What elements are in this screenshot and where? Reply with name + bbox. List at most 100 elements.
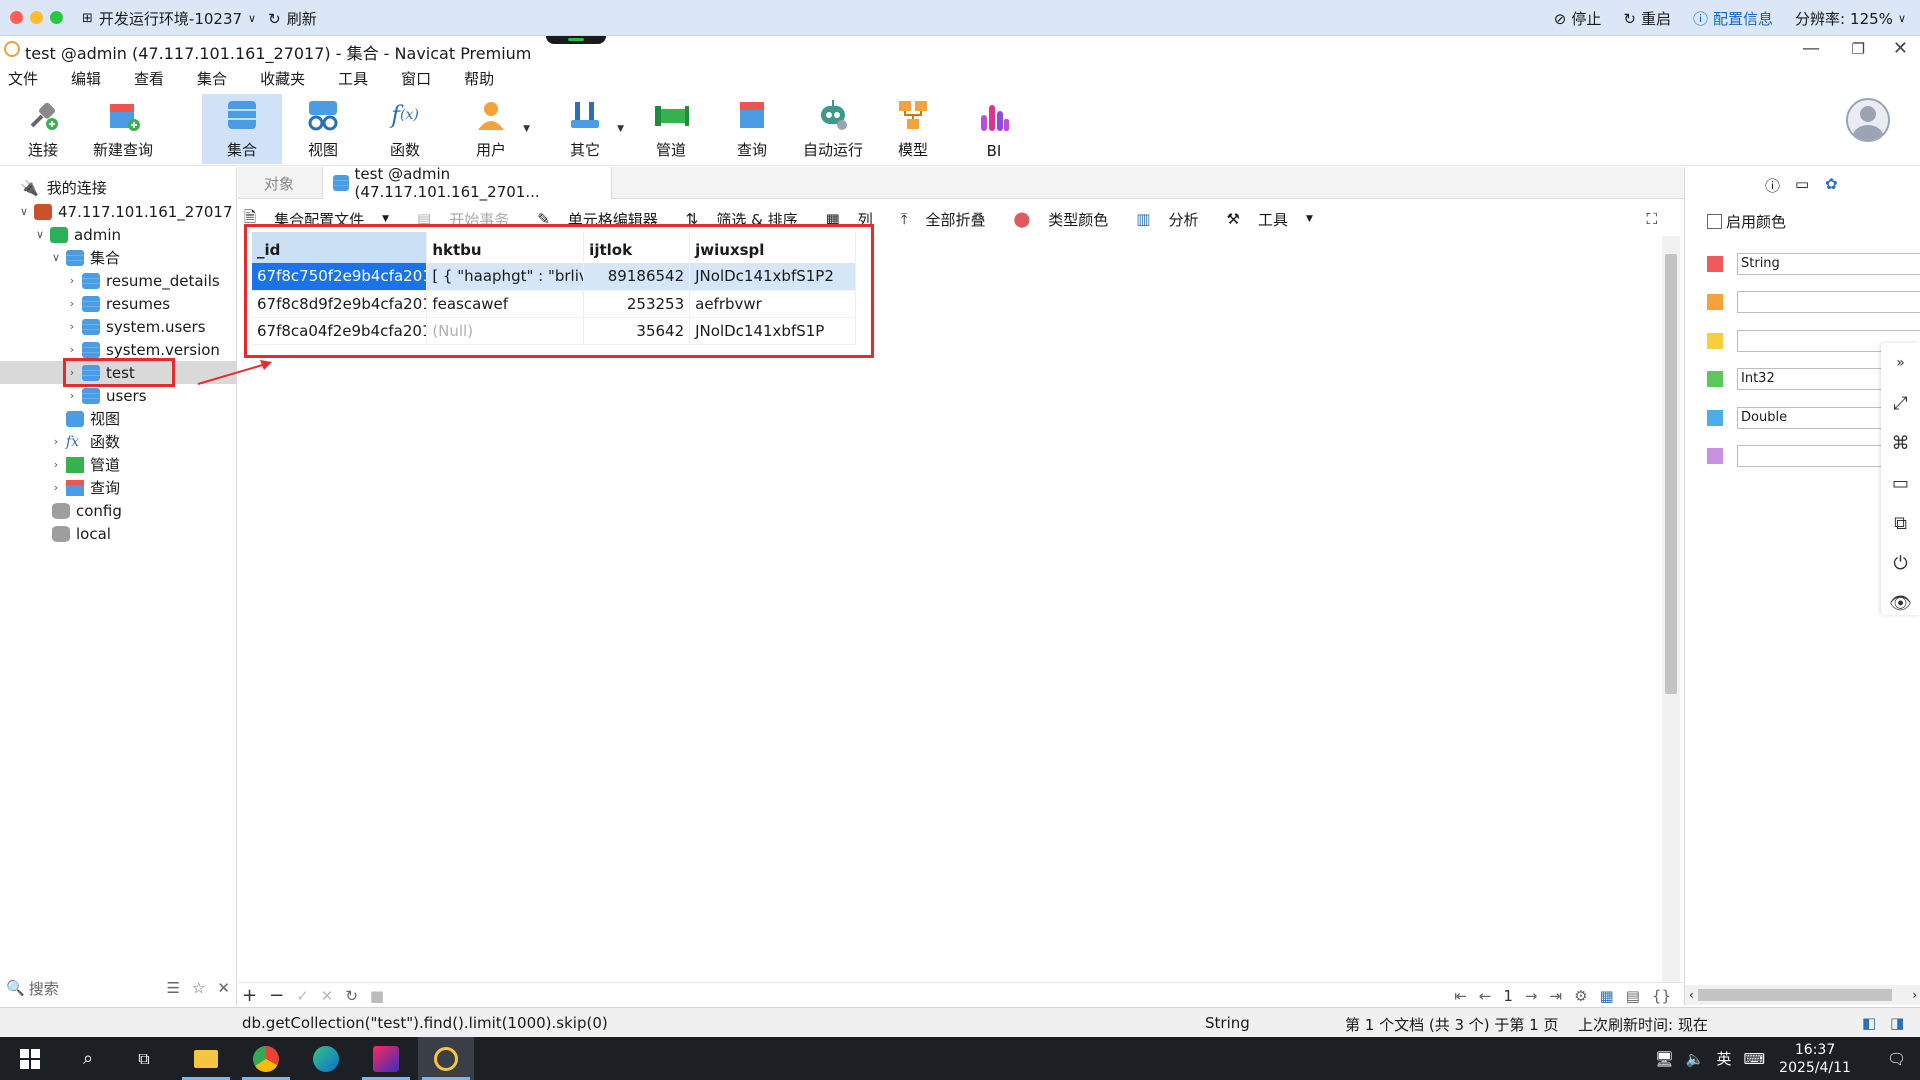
chevron-down-icon[interactable]: ∨ <box>50 251 62 264</box>
intellij-button[interactable] <box>358 1037 414 1080</box>
tab-test-collection[interactable]: test @admin (47.117.101.161_2701... <box>322 165 612 201</box>
chevron-right-icon[interactable]: › <box>66 343 78 356</box>
refresh-icon[interactable]: ↻ <box>268 10 281 28</box>
menu-tools[interactable]: 工具 <box>330 63 377 91</box>
eye-icon[interactable]: 👁 <box>1881 583 1920 623</box>
collapse-all-button[interactable]: ⤒ 全部折叠 <box>901 209 1000 230</box>
color-swatch[interactable] <box>1707 333 1723 349</box>
tree-views[interactable]: 视图 <box>0 407 236 430</box>
scrollbar-thumb[interactable] <box>1665 254 1677 694</box>
chevron-right-icon[interactable]: › <box>66 389 78 402</box>
chevron-right-icon[interactable]: › <box>66 320 78 333</box>
fullscreen-icon[interactable]: ⤢ <box>1881 383 1920 423</box>
menu-collection[interactable]: 集合 <box>189 63 236 91</box>
new-query-button[interactable]: 新建查询 <box>90 94 156 164</box>
tree-connection[interactable]: ∨ 47.117.101.161_27017 <box>0 200 236 223</box>
tree-collection-system-users[interactable]: › system.users <box>0 315 236 338</box>
first-page-icon[interactable]: ⇤ <box>1454 987 1467 1005</box>
apps-icon[interactable]: ⌘ <box>1881 423 1920 463</box>
notification-icon[interactable]: 🗨 <box>1887 1050 1906 1068</box>
analyze-button[interactable]: ▥ 分析 <box>1136 209 1212 230</box>
color-swatch[interactable] <box>1707 294 1723 310</box>
ddl-icon[interactable]: ▭ <box>1795 175 1809 193</box>
maximize-dot[interactable] <box>50 11 63 24</box>
other-button[interactable]: 其它 ▼ <box>560 94 624 164</box>
expand-icon[interactable]: » <box>1881 343 1920 383</box>
cancel-icon[interactable]: ✕ <box>321 987 334 1005</box>
tree-collection-resume-details[interactable]: › resume_details <box>0 269 236 292</box>
query-button[interactable]: 查询 <box>727 94 777 164</box>
menu-view[interactable]: 查看 <box>126 63 173 91</box>
type-field[interactable] <box>1737 291 1920 313</box>
ime-indicator[interactable]: 英 <box>1716 1048 1731 1069</box>
environment-selector[interactable]: ⊞ 开发运行环境-10237 ∨ ↻ 刷新 <box>82 8 317 29</box>
panel-left-icon[interactable]: ◧ <box>1862 1014 1876 1032</box>
clock[interactable]: 16:37 2025/4/11 <box>1779 1041 1851 1077</box>
star-icon[interactable]: ☆ <box>192 979 205 997</box>
automation-button[interactable]: 自动运行 <box>800 94 866 164</box>
minimize-dot[interactable] <box>30 11 43 24</box>
type-field[interactable]: String <box>1737 253 1920 275</box>
search-button[interactable]: ⌕ <box>60 1037 116 1080</box>
grid-view-icon[interactable]: ▦ <box>1600 987 1614 1005</box>
collapse-icon[interactable]: ✕ <box>217 979 230 997</box>
resolution-selector[interactable]: 分辨率: 125% ∨ <box>1795 8 1906 29</box>
task-view-button[interactable]: ⧉ <box>116 1037 172 1080</box>
model-button[interactable]: 模型 <box>888 94 938 164</box>
refresh-icon[interactable]: ↻ <box>345 987 358 1005</box>
tree-pipelines[interactable]: › 管道 <box>0 453 236 476</box>
last-page-icon[interactable]: ⇥ <box>1550 987 1563 1005</box>
sidebar-search[interactable]: 🔍 搜索 ☰ ☆ ✕ <box>6 975 230 1001</box>
color-swatch[interactable] <box>1707 256 1723 272</box>
tree-db-local[interactable]: local <box>0 522 236 545</box>
check-icon[interactable]: ✓ <box>296 987 309 1005</box>
color-swatch[interactable] <box>1707 448 1723 464</box>
prev-page-icon[interactable]: ← <box>1479 987 1492 1005</box>
user-button[interactable]: 用户 ▼ <box>466 94 530 164</box>
close-dot[interactable] <box>10 11 23 24</box>
my-connections-header[interactable]: 🔌 我的连接 <box>0 176 236 199</box>
volume-icon[interactable]: 🔈 <box>1686 1050 1705 1068</box>
chevron-right-icon[interactable]: › <box>66 297 78 310</box>
menu-help[interactable]: 帮助 <box>456 63 503 91</box>
tree-collection-resumes[interactable]: › resumes <box>0 292 236 315</box>
view-button[interactable]: 视图 <box>298 94 348 164</box>
type-color-row[interactable]: String <box>1707 253 1920 275</box>
chrome-button[interactable] <box>238 1037 294 1080</box>
stop-button[interactable]: ⊘ 停止 <box>1554 8 1602 29</box>
chevron-right-icon[interactable]: › <box>66 274 78 287</box>
scrollbar-thumb[interactable] <box>1697 989 1893 1001</box>
connect-button[interactable]: 连接 <box>18 94 68 164</box>
menu-favorites[interactable]: 收藏夹 <box>252 63 314 91</box>
page-number[interactable]: 1 <box>1503 987 1513 1005</box>
minimize-icon[interactable]: — <box>1802 38 1820 59</box>
chevron-right-icon[interactable]: › <box>50 481 62 494</box>
config-info-button[interactable]: ⓘ 配置信息 <box>1693 8 1773 29</box>
copy-icon[interactable]: ⧉ <box>1881 503 1920 543</box>
json-view-icon[interactable]: {} <box>1652 987 1671 1005</box>
dropdown-arrow-icon[interactable]: ▼ <box>617 124 624 134</box>
function-button[interactable]: f (x) 函数 <box>380 94 430 164</box>
chevron-right-icon[interactable]: › <box>50 435 62 448</box>
refresh-button[interactable]: 刷新 <box>287 8 317 29</box>
info-icon[interactable]: ⓘ <box>1765 175 1780 196</box>
tree-collections-group[interactable]: ∨ 集合 <box>0 246 236 269</box>
bi-button[interactable]: BI <box>969 94 1019 164</box>
restart-button[interactable]: ↻ 重启 <box>1623 8 1671 29</box>
close-icon[interactable]: ✕ <box>1893 38 1908 59</box>
tools-button[interactable]: ⚒ 工具 ▼ <box>1226 209 1326 230</box>
enable-color-toggle[interactable]: 启用颜色 <box>1707 211 1786 232</box>
scroll-left-icon[interactable]: ‹ <box>1689 988 1694 1002</box>
power-icon[interactable]: ⏻ <box>1881 543 1920 583</box>
fullscreen-icon[interactable]: ⛶ <box>1646 210 1657 228</box>
filter-icon[interactable]: ☰ <box>167 979 180 997</box>
color-icon[interactable]: ✿ <box>1825 175 1838 193</box>
color-swatch[interactable] <box>1707 410 1723 426</box>
menu-edit[interactable]: 编辑 <box>63 63 110 91</box>
tree-queries[interactable]: › 查询 <box>0 476 236 499</box>
scroll-right-icon[interactable]: › <box>1912 988 1917 1002</box>
next-page-icon[interactable]: → <box>1525 987 1538 1005</box>
restore-icon[interactable]: ❐ <box>1852 40 1865 58</box>
keyboard-icon[interactable]: ⌨ <box>1744 1050 1766 1068</box>
chevron-down-icon[interactable]: ∨ <box>18 205 30 218</box>
